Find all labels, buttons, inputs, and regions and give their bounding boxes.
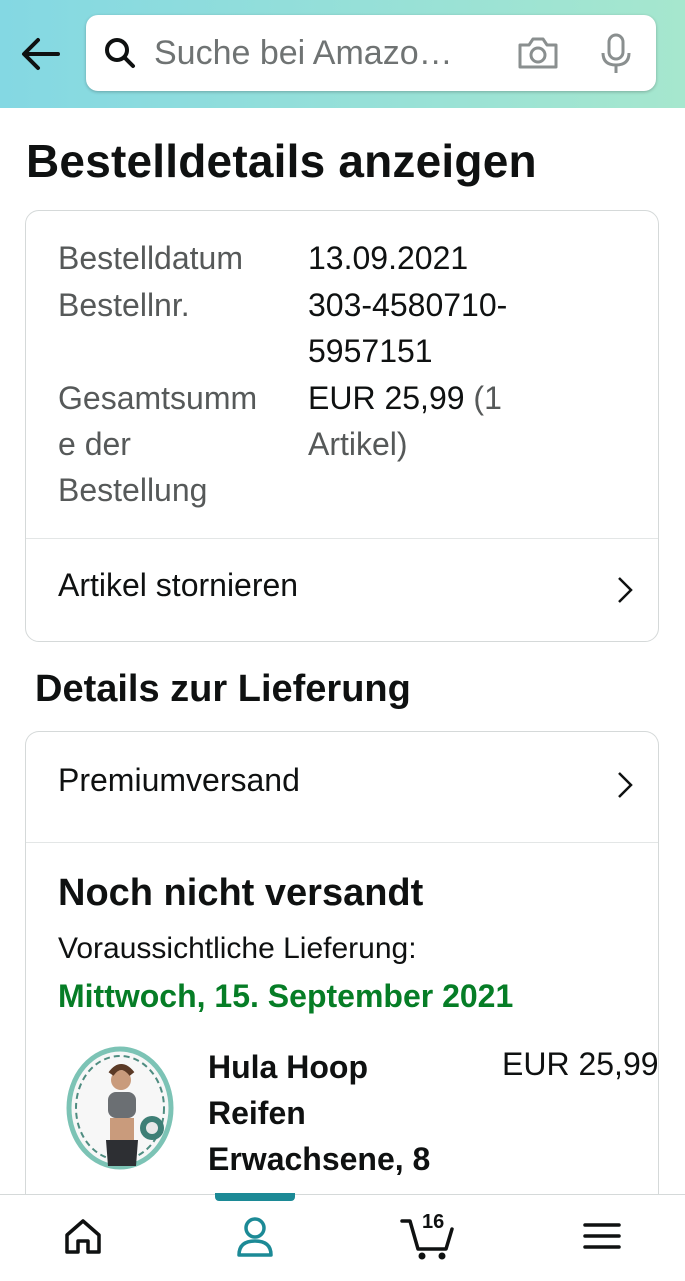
- bottom-navigation: 16: [0, 1193, 685, 1281]
- order-date-label: Bestelldatum: [58, 240, 243, 276]
- order-number-value-line2: 5957151: [308, 333, 433, 369]
- cancel-items-label: Artikel stornieren: [58, 567, 299, 603]
- home-icon[interactable]: [62, 1215, 104, 1265]
- cancel-items-link[interactable]: Artikel stornieren: [26, 539, 658, 641]
- search-bar[interactable]: [86, 15, 656, 91]
- order-total-label-line2: e der: [58, 426, 131, 462]
- order-summary-card: Bestelldatum 13.09.2021 Bestellnr. 303-4…: [25, 210, 659, 642]
- divider: [26, 842, 658, 843]
- product-title-line3: Erwachsene, 8: [208, 1141, 431, 1177]
- camera-icon[interactable]: [516, 35, 560, 71]
- shipment-status: Noch nicht versandt: [58, 872, 424, 914]
- top-bar: [0, 0, 685, 108]
- order-date-value: 13.09.2021: [308, 240, 469, 276]
- search-icon[interactable]: [104, 37, 136, 69]
- delivery-card: Premiumversand Noch nicht versandt Vorau…: [25, 731, 659, 1251]
- product-price: EUR 25,99: [502, 1046, 659, 1082]
- order-total-items-line1: (1: [473, 380, 502, 416]
- product-title[interactable]: Hula Hoop Reifen Erwachsene, 8: [208, 1044, 468, 1182]
- delivery-estimate-date: Mittwoch, 15. September 2021: [58, 978, 514, 1014]
- order-total-value: EUR 25,99 (1: [308, 375, 568, 421]
- chevron-right-icon: [616, 575, 634, 605]
- page-title: Bestelldetails anzeigen: [26, 135, 537, 187]
- back-arrow-icon[interactable]: [20, 34, 62, 74]
- order-number-value-line1: 303-4580710-: [308, 287, 508, 323]
- account-icon[interactable]: [234, 1215, 276, 1265]
- shipping-method-link[interactable]: Premiumversand: [26, 734, 658, 836]
- delivery-section-title: Details zur Lieferung: [35, 668, 411, 710]
- active-tab-indicator: [215, 1193, 295, 1201]
- order-total-label-line1: Gesamtsumm: [58, 380, 258, 416]
- menu-icon[interactable]: [583, 1215, 621, 1265]
- product-image[interactable]: [66, 1046, 174, 1170]
- chevron-right-icon: [616, 770, 634, 800]
- order-total-items-line2: Artikel): [308, 426, 408, 462]
- product-title-line2: Reifen: [208, 1095, 306, 1131]
- product-title-line1: Hula Hoop: [208, 1049, 368, 1085]
- shipping-method-label: Premiumversand: [58, 762, 300, 798]
- cart-count-badge: 16: [422, 1211, 445, 1233]
- delivery-estimate-label: Voraussichtliche Lieferung:: [58, 932, 417, 965]
- order-total-amount: EUR 25,99: [308, 380, 465, 416]
- microphone-icon[interactable]: [598, 33, 634, 75]
- order-number-label: Bestellnr.: [58, 287, 190, 323]
- search-input[interactable]: [154, 31, 494, 75]
- order-total-label-line3: Bestellung: [58, 472, 208, 508]
- cart-icon[interactable]: 16: [400, 1211, 456, 1265]
